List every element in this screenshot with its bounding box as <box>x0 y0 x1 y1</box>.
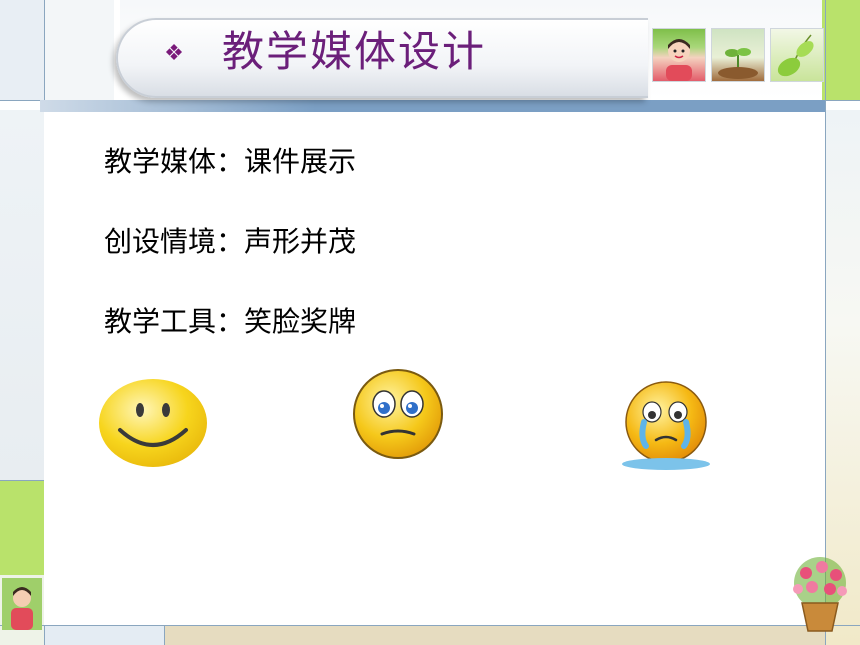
tools-line: 教学工具：笑脸奖牌 <box>104 305 357 338</box>
bg-tile <box>164 625 825 645</box>
leaf-icon <box>777 34 814 77</box>
bg-tile <box>0 110 44 480</box>
bg-tile-green <box>822 0 860 100</box>
child-photo-thumbnail <box>652 28 706 82</box>
child-icon <box>666 39 692 81</box>
child-icon <box>2 578 42 630</box>
crying-face-icon <box>616 380 714 472</box>
bg-tile <box>44 0 114 100</box>
grid-line <box>825 0 826 645</box>
bg-tile-green <box>0 480 44 575</box>
flower-basket-icon <box>782 555 858 635</box>
sprout-icon <box>718 48 758 79</box>
slide: ❖ 教学媒体设计 教学媒体：课件展示 创设情境：声形并茂 教学工具：笑脸奖牌 <box>0 0 860 645</box>
media-line: 教学媒体：课件展示 <box>104 145 357 178</box>
title-band <box>40 100 825 112</box>
grid-line <box>0 480 44 481</box>
slide-title: 教学媒体设计 <box>222 27 487 76</box>
leaves-photo-thumbnail <box>770 28 824 82</box>
bg-tile <box>0 0 44 100</box>
smiling-face-icon <box>98 378 208 468</box>
bg-tile <box>44 625 164 645</box>
context-line: 创设情境：声形并茂 <box>104 225 357 258</box>
bullet-icon: ❖ <box>164 41 184 66</box>
grid-line <box>0 625 860 626</box>
worried-face-icon <box>352 368 444 460</box>
child-photo <box>2 578 42 630</box>
sprout-photo-thumbnail <box>711 28 765 82</box>
grid-line <box>164 625 165 645</box>
